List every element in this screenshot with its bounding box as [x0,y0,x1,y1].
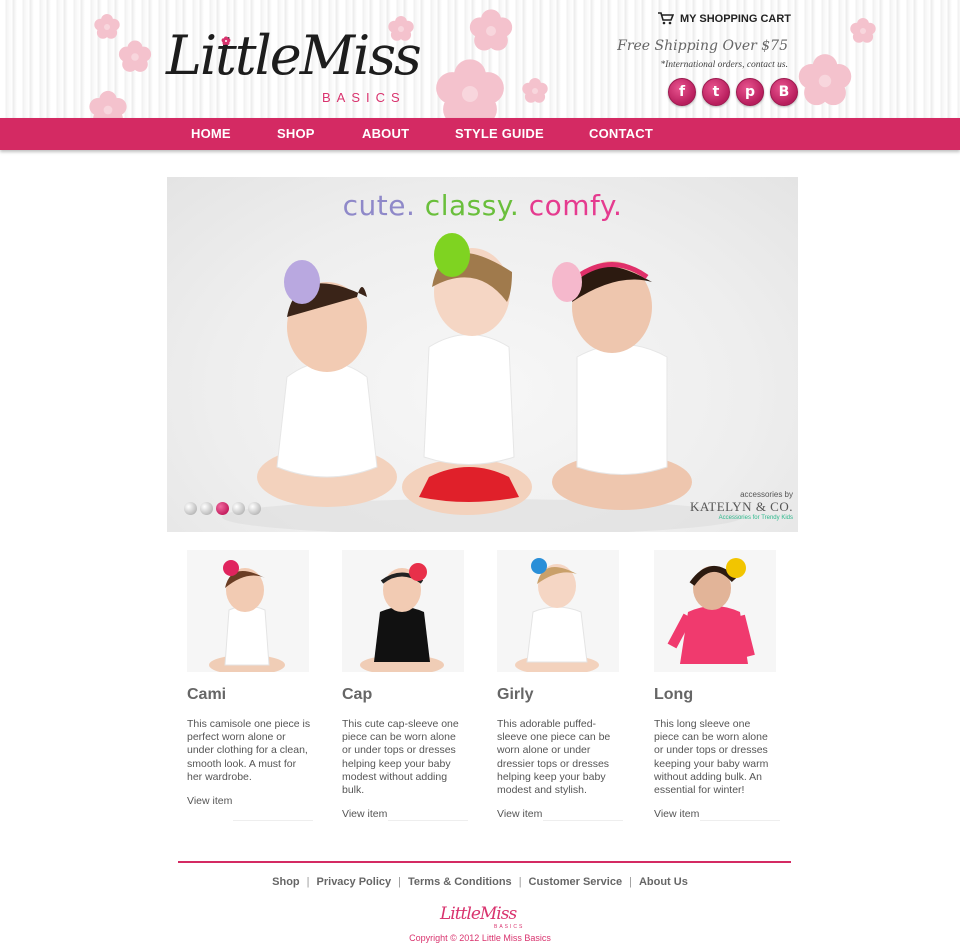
nav-item-style-guide[interactable]: STYLE GUIDE [455,126,544,141]
product-description: This long sleeve one piece can be worn a… [654,718,769,797]
product-title[interactable]: Cap [342,686,372,704]
product-title[interactable]: Cami [187,686,226,704]
divider [388,820,468,821]
product-card-girly: Girly This adorable puffed-sleeve one pi… [497,550,623,821]
logo-wordmark: LittleMiss [166,24,422,87]
hero-photo-babies [222,233,742,532]
slider-dot-active[interactable] [216,502,229,515]
flower-decoration [469,9,513,51]
divider [700,820,780,821]
main-nav: HOME SHOP ABOUT STYLE GUIDE CONTACT [0,118,960,150]
shopping-cart-link[interactable]: MY SHOPPING CART [658,12,791,25]
product-description: This camisole one piece is perfect worn … [187,718,311,783]
site-logo[interactable]: LittleMiss BASICS [166,26,426,108]
separator: | [306,876,310,888]
product-photo [497,550,619,672]
product-card-cami: Cami This camisole one piece is perfect … [187,550,313,821]
flower-decoration [522,78,548,103]
katelyn-co-credit: accessories by KATELYN & CO. Accessories… [687,490,793,521]
cart-icon [658,12,674,25]
flower-decoration [89,90,127,118]
pinterest-icon[interactable]: p [736,78,764,106]
blogger-icon[interactable]: B [770,78,798,106]
flower-decoration [850,18,876,43]
separator: | [629,876,632,888]
footer-link-privacy-policy[interactable]: Privacy Policy [317,876,392,888]
credit-brand: KATELYN & CO. [689,499,793,514]
facebook-icon[interactable]: f [668,78,696,106]
credit-caption: accessories by [740,490,793,499]
copyright-text: Copyright © 2012 Little Miss Basics [409,933,551,943]
nav-item-home[interactable]: HOME [191,126,231,141]
product-title[interactable]: Long [654,686,693,704]
international-note: *International orders, contact us. [660,60,788,70]
product-title[interactable]: Girly [497,686,533,704]
footer-link-about-us[interactable]: About Us [639,876,688,888]
product-photo [654,550,776,672]
product-description: This adorable puffed-sleeve one piece ca… [497,718,611,797]
product-image[interactable] [654,550,776,672]
footer-divider [178,861,791,863]
cart-label: MY SHOPPING CART [680,12,792,25]
slider-dot[interactable] [200,502,213,515]
footer-logo-wordmark: LittleMiss [440,904,517,924]
view-item-link[interactable]: View item [497,808,542,820]
view-item-link[interactable]: View item [342,808,387,820]
nav-item-shop[interactable]: SHOP [277,126,315,141]
nav-item-contact[interactable]: CONTACT [589,126,653,141]
footer-logo-subtitle: BASICS [494,924,525,930]
view-item-link[interactable]: View item [654,808,699,820]
slider-dot[interactable] [232,502,245,515]
divider [233,820,313,821]
twitter-icon[interactable]: t [702,78,730,106]
logo-subtitle: BASICS [322,90,406,105]
flower-icon [221,36,231,45]
footer-logo[interactable]: LittleMiss BASICS [440,904,526,930]
product-photo [342,550,464,672]
product-image[interactable] [342,550,464,672]
product-image[interactable] [187,550,309,672]
slider-dot[interactable] [184,502,197,515]
nav-item-about[interactable]: ABOUT [362,126,409,141]
footer-link-terms[interactable]: Terms & Conditions [408,876,512,888]
footer-link-shop[interactable]: Shop [272,876,300,888]
footer-link-customer-service[interactable]: Customer Service [529,876,623,888]
slider-dot[interactable] [248,502,261,515]
divider [543,820,623,821]
social-links: f t p B [668,78,798,106]
free-shipping-text: Free Shipping Over $75 [617,38,788,54]
slider-pagination [184,502,261,515]
view-item-link[interactable]: View item [187,795,232,807]
product-description: This cute cap-sleeve one piece can be wo… [342,718,459,797]
product-photo [187,550,309,672]
footer-nav: Shop | Privacy Policy | Terms & Conditions | C… [0,876,960,888]
hero-slider[interactable]: cute. classy. comfy. accessories by KATE… [167,177,798,532]
credit-subtitle: Accessories for Trendy Kids [718,515,793,521]
product-card-cap: Cap This cute cap-sleeve one piece can b… [342,550,468,821]
product-image[interactable] [497,550,619,672]
flower-decoration [798,54,852,106]
site-header: LittleMiss BASICS MY SHOPPING CART Free … [0,0,960,118]
separator: | [518,876,522,888]
product-card-long: Long This long sleeve one piece can be w… [654,550,780,821]
flower-decoration [118,40,152,72]
separator: | [398,876,401,888]
flower-decoration [436,59,504,118]
